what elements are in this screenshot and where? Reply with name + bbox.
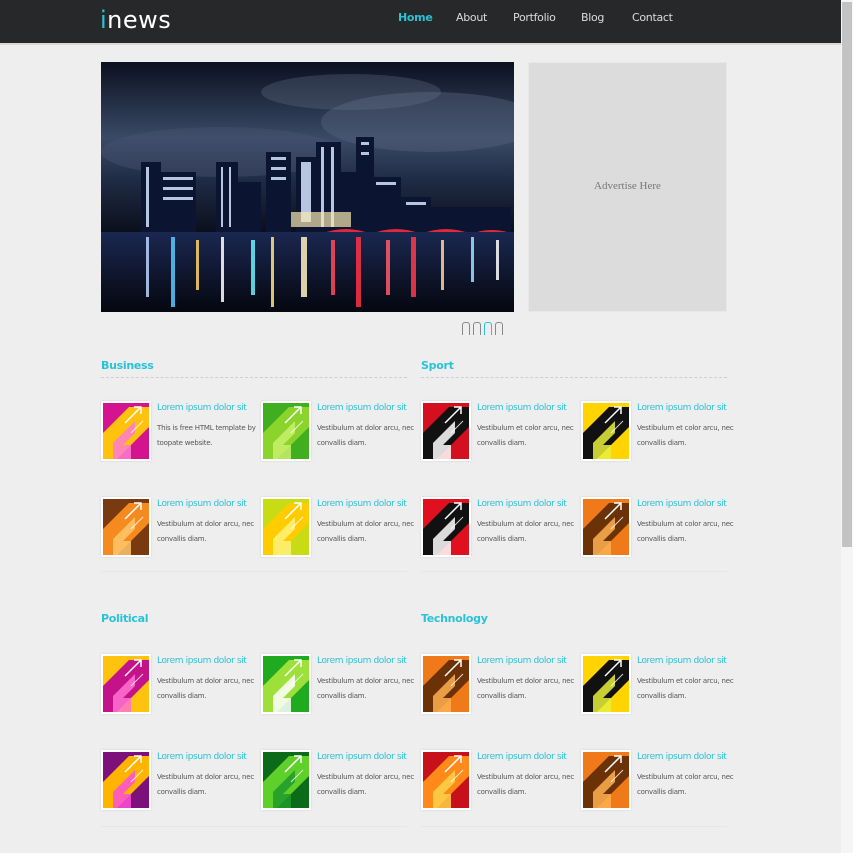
article-excerpt: Vestibulum at dolor arcu, nec convallis …	[317, 520, 415, 543]
nav-blog[interactable]: Blog	[581, 11, 604, 24]
nav-home[interactable]: Home	[398, 11, 433, 24]
article-item[interactable]: Lorem ipsum dolor sit Vestibulum at dolor…	[261, 401, 414, 465]
article-item[interactable]: Lorem ipsum dolor sit Vestibulum at dolor…	[421, 497, 574, 561]
row-divider	[421, 826, 727, 827]
article-item[interactable]: Lorem ipsum dolor sit Vestibulum et color…	[581, 401, 734, 465]
orange-brown-arrow-icon[interactable]	[421, 654, 471, 714]
article-item[interactable]: Lorem ipsum dolor sit Vestibulum at dolor…	[421, 750, 574, 814]
article-excerpt: Vestibulum at dolor arcu, nec convallis …	[317, 677, 415, 700]
hero-slider-image[interactable]	[101, 62, 514, 312]
darkgreen-arrow-icon[interactable]	[261, 750, 311, 810]
article-item[interactable]: Lorem ipsum dolor sit Vestibulum at color…	[581, 750, 734, 814]
article-item[interactable]: Lorem ipsum dolor sit Vestibulum et color…	[581, 654, 734, 718]
slide-dot-3[interactable]	[484, 322, 492, 335]
article-title-link[interactable]: Lorem ipsum dolor sit	[157, 499, 247, 509]
article-excerpt: Vestibulum at dolor arcu, nec convallis …	[317, 424, 415, 447]
article-title-link[interactable]: Lorem ipsum dolor sit	[637, 499, 727, 509]
slide-dot-4[interactable]	[495, 322, 503, 335]
section-title-sport[interactable]: Sport	[421, 359, 454, 372]
advertise-box[interactable]: Advertise Here	[528, 62, 727, 312]
site-logo[interactable]: inews	[100, 7, 171, 33]
advertise-text: Advertise Here	[594, 180, 661, 192]
article-excerpt: Vestibulum at dolor arcu, nec convallis …	[157, 520, 255, 543]
article-title-link[interactable]: Lorem ipsum dolor sit	[637, 656, 727, 666]
nav-portfolio[interactable]: Portfolio	[513, 11, 556, 24]
article-title-link[interactable]: Lorem ipsum dolor sit	[317, 656, 407, 666]
red-arrow-icon[interactable]	[421, 401, 471, 461]
article-title-link[interactable]: Lorem ipsum dolor sit	[477, 499, 567, 509]
section-title-business[interactable]: Business	[101, 359, 154, 372]
article-excerpt: Vestibulum et color arcu, nec convallis …	[637, 677, 734, 700]
article-item[interactable]: Lorem ipsum dolor sit This is free HTML t…	[101, 401, 256, 465]
article-excerpt: Vestibulum at dolor arcu, nec convallis …	[477, 520, 575, 543]
article-excerpt: Vestibulum at color arcu, nec convallis …	[637, 773, 734, 796]
article-excerpt: Vestibulum at dolor arcu, nec convallis …	[157, 773, 255, 796]
article-item[interactable]: Lorem ipsum dolor sit Vestibulum at dolor…	[101, 654, 254, 718]
article-title-link[interactable]: Lorem ipsum dolor sit	[477, 403, 567, 413]
article-item[interactable]: Lorem ipsum dolor sit Vestibulum at dolor…	[261, 497, 414, 561]
nav-contact[interactable]: Contact	[632, 11, 673, 24]
article-title-link[interactable]: Lorem ipsum dolor sit	[317, 752, 407, 762]
article-title-link[interactable]: Lorem ipsum dolor sit	[477, 656, 567, 666]
red-orange-arrow-icon[interactable]	[421, 750, 471, 810]
article-excerpt: Vestibulum at dolor arcu, nec convallis …	[317, 773, 415, 796]
purple-yellow-arrow-icon[interactable]	[101, 750, 151, 810]
orange-brown-arrow-icon[interactable]	[581, 750, 631, 810]
nav-about[interactable]: About	[456, 11, 487, 24]
article-excerpt: Vestibulum et color arcu, nec convallis …	[637, 424, 734, 447]
green-arrow-icon[interactable]	[261, 401, 311, 461]
row-divider	[101, 571, 407, 572]
green-white-arrow-icon[interactable]	[261, 654, 311, 714]
article-item[interactable]: Lorem ipsum dolor sit Vestibulum at dolor…	[261, 750, 414, 814]
article-title-link[interactable]: Lorem ipsum dolor sit	[157, 656, 247, 666]
night-city-skyline-image	[101, 62, 514, 312]
article-title-link[interactable]: Lorem ipsum dolor sit	[157, 752, 247, 762]
article-excerpt: Vestibulum at dolor arcu, nec convallis …	[477, 773, 575, 796]
article-item[interactable]: Lorem ipsum dolor sit Vestibulum et color…	[421, 401, 574, 465]
section-title-technology[interactable]: Technology	[421, 612, 488, 625]
article-excerpt: Vestibulum at dolor arcu, nec convallis …	[157, 677, 255, 700]
slide-dot-1[interactable]	[462, 322, 470, 335]
article-item[interactable]: Lorem ipsum dolor sit Vestibulum et dolor…	[421, 654, 574, 718]
article-item[interactable]: Lorem ipsum dolor sit Vestibulum at dolor…	[101, 497, 254, 561]
section-title-political[interactable]: Political	[101, 612, 149, 625]
article-title-link[interactable]: Lorem ipsum dolor sit	[637, 752, 727, 762]
article-title-link[interactable]: Lorem ipsum dolor sit	[477, 752, 567, 762]
site-header: inews Home About Portfolio Blog Contact	[0, 0, 841, 45]
section-divider	[421, 377, 727, 378]
logo-text: news	[107, 6, 172, 34]
article-excerpt: This is free HTML template by toopate we…	[157, 424, 256, 447]
article-excerpt: Vestibulum at color arcu, nec convallis …	[637, 520, 734, 543]
magenta-yellow-arrow-icon[interactable]	[101, 401, 151, 461]
article-item[interactable]: Lorem ipsum dolor sit Vestibulum at dolor…	[101, 750, 254, 814]
article-excerpt: Vestibulum et dolor arcu, nec convallis …	[477, 677, 575, 700]
red-black-arrow-icon[interactable]	[421, 497, 471, 557]
article-title-link[interactable]: Lorem ipsum dolor sit	[637, 403, 727, 413]
yellow-magenta-arrow-icon[interactable]	[101, 654, 151, 714]
brown-orange-arrow-icon[interactable]	[101, 497, 151, 557]
slide-dot-2[interactable]	[473, 322, 481, 335]
scrollbar-thumb[interactable]	[842, 2, 852, 547]
article-item[interactable]: Lorem ipsum dolor sit Vestibulum at dolor…	[261, 654, 414, 718]
row-divider	[421, 571, 727, 572]
article-title-link[interactable]: Lorem ipsum dolor sit	[157, 403, 247, 413]
article-title-link[interactable]: Lorem ipsum dolor sit	[317, 499, 407, 509]
row-divider	[101, 826, 407, 827]
section-divider	[101, 377, 407, 378]
article-item[interactable]: Lorem ipsum dolor sit Vestibulum at color…	[581, 497, 734, 561]
yellow-black-arrow-icon[interactable]	[581, 654, 631, 714]
yellow-lime-arrow-icon[interactable]	[261, 497, 311, 557]
orange-brown-arrow-icon[interactable]	[581, 497, 631, 557]
article-excerpt: Vestibulum et color arcu, nec convallis …	[477, 424, 574, 447]
article-title-link[interactable]: Lorem ipsum dolor sit	[317, 403, 407, 413]
yellow-black-arrow-icon[interactable]	[581, 401, 631, 461]
